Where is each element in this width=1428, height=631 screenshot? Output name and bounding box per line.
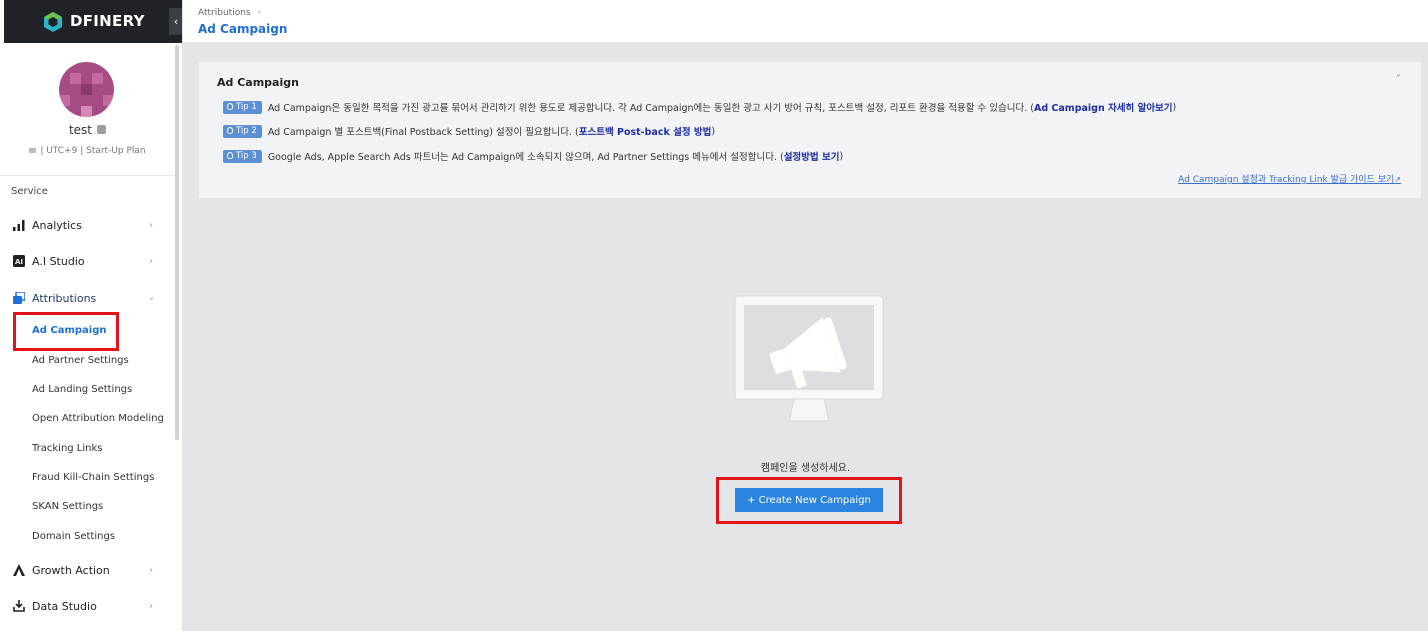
section-label-service: Service — [11, 186, 48, 197]
lightbulb-icon — [227, 151, 233, 159]
external-link-icon: ↗ — [1394, 175, 1401, 184]
sidebar-item-analytics[interactable]: Analytics › — [0, 212, 175, 238]
sidebar-subitem-open-attribution-modeling[interactable]: Open Attribution Modeling — [32, 413, 164, 424]
tip-badge-label: Tip 1 — [236, 101, 257, 112]
tip-badge-label: Tip 3 — [236, 150, 257, 161]
highlight-box — [13, 312, 119, 351]
sidebar-item-label: Attributions — [32, 291, 97, 305]
plan-tag-icon — [97, 125, 107, 134]
sidebar-item-label: Analytics — [32, 218, 82, 232]
chevron-right-icon: › — [149, 219, 153, 231]
tip-link[interactable]: Ad Campaign 자세히 알아보기 — [1034, 100, 1173, 114]
sidebar: DFINERY ‹ test | UTC+9 | Start-Up Plan S… — [0, 0, 183, 631]
user-meta: | UTC+9 | Start-Up Plan — [0, 146, 175, 156]
ai-icon: AI — [12, 254, 26, 268]
tip-link[interactable]: 설정방법 보기 — [784, 149, 840, 163]
avatar[interactable] — [59, 62, 114, 117]
tip-text: Google Ads, Apple Search Ads 파트너는 Ad Cam… — [267, 152, 784, 163]
topbar: Attributions › Ad Campaign — [183, 0, 1428, 43]
tip-badge: Tip 2 — [223, 124, 262, 138]
sidebar-item-label: A.I Studio — [32, 254, 85, 268]
sidebar-item-label: Data Studio — [32, 599, 97, 613]
logo-text: DFINERY — [70, 12, 145, 30]
page-title: Ad Campaign — [198, 22, 288, 36]
tip-suffix: ) — [1172, 101, 1177, 113]
tip-suffix: ) — [839, 150, 844, 162]
sidebar-subitem-ad-partner-settings[interactable]: Ad Partner Settings — [32, 355, 129, 366]
collapse-info-chevron-icon[interactable]: ˅ — [1396, 74, 1401, 85]
dfinery-logo-icon — [44, 12, 62, 32]
sidebar-subitem-skan-settings[interactable]: SKAN Settings — [32, 501, 103, 512]
svg-text:AI: AI — [15, 258, 23, 266]
tip-badge-label: Tip 2 — [236, 125, 257, 136]
growth-icon — [12, 563, 26, 577]
divider — [0, 175, 175, 176]
guide-link[interactable]: Ad Campaign 설정과 Tracking Link 발급 가이드 보기↗ — [1178, 172, 1401, 185]
sidebar-subitem-fraud-kill-chain[interactable]: Fraud Kill-Chain Settings — [32, 472, 154, 483]
sidebar-subitem-tracking-links[interactable]: Tracking Links — [32, 443, 103, 454]
breadcrumb[interactable]: Attributions › — [198, 8, 261, 18]
tip-text: Ad Campaign 별 포스트백(Final Postback Settin… — [267, 127, 579, 138]
tip-row: Tip 1 Ad Campaign은 동일한 목적을 가진 광고를 묶어서 관리… — [223, 100, 1176, 114]
tip-link[interactable]: 포스트백 Post-back 설정 방법 — [579, 124, 712, 138]
attributions-icon — [12, 291, 26, 305]
sidebar-item-growth-action[interactable]: Growth Action › — [0, 557, 175, 583]
sidebar-subitem-ad-landing-settings[interactable]: Ad Landing Settings — [32, 384, 132, 395]
sidebar-item-label: Growth Action — [32, 563, 110, 577]
highlight-box — [716, 477, 902, 524]
tip-row: Tip 3 Google Ads, Apple Search Ads 파트너는 … — [223, 149, 843, 163]
guide-link-label: Ad Campaign 설정과 Tracking Link 발급 가이드 보기 — [1178, 175, 1395, 185]
tip-row: Tip 2 Ad Campaign 별 포스트백(Final Postback … — [223, 124, 715, 138]
chevron-right-icon: › — [149, 255, 153, 267]
monitor-megaphone-illustration — [734, 295, 884, 422]
empty-state-message: 캠페인을 생성하세요. — [760, 463, 851, 474]
sidebar-item-ai-studio[interactable]: AI A.I Studio › — [0, 248, 175, 274]
chevron-right-icon: › — [149, 600, 153, 612]
logo-bar: DFINERY ‹ — [4, 0, 182, 43]
breadcrumb-label: Attributions — [198, 8, 251, 18]
user-name-label: test — [68, 123, 93, 137]
bar-chart-icon — [12, 218, 26, 232]
tip-badge: Tip 1 — [223, 100, 262, 114]
chevron-right-icon: › — [149, 564, 153, 576]
lightbulb-icon — [227, 102, 233, 110]
chevron-down-icon: › — [145, 296, 157, 300]
profile: test | UTC+9 | Start-Up Plan — [0, 55, 175, 173]
user-name[interactable]: test — [0, 123, 175, 137]
sidebar-item-attributions[interactable]: Attributions › — [0, 285, 175, 311]
sidebar-item-data-studio[interactable]: Data Studio › — [0, 593, 175, 619]
chevron-right-icon: › — [257, 8, 262, 18]
tip-badge: Tip 3 — [223, 149, 262, 163]
info-title: Ad Campaign — [217, 76, 299, 89]
info-panel: Ad Campaign ˅ Tip 1 Ad Campaign은 동일한 목적을… — [199, 62, 1421, 198]
flag-icon — [29, 148, 37, 153]
sidebar-subitem-domain-settings[interactable]: Domain Settings — [32, 531, 115, 542]
user-meta-text: | UTC+9 | Start-Up Plan — [40, 146, 146, 156]
sidebar-scrollbar[interactable] — [175, 45, 179, 440]
tip-suffix: ) — [711, 125, 716, 137]
lightbulb-icon — [227, 126, 233, 134]
download-icon — [12, 599, 26, 613]
collapse-sidebar-button[interactable]: ‹ — [169, 8, 182, 35]
tip-text: Ad Campaign은 동일한 목적을 가진 광고를 묶어서 관리하기 위한 … — [267, 103, 1034, 114]
